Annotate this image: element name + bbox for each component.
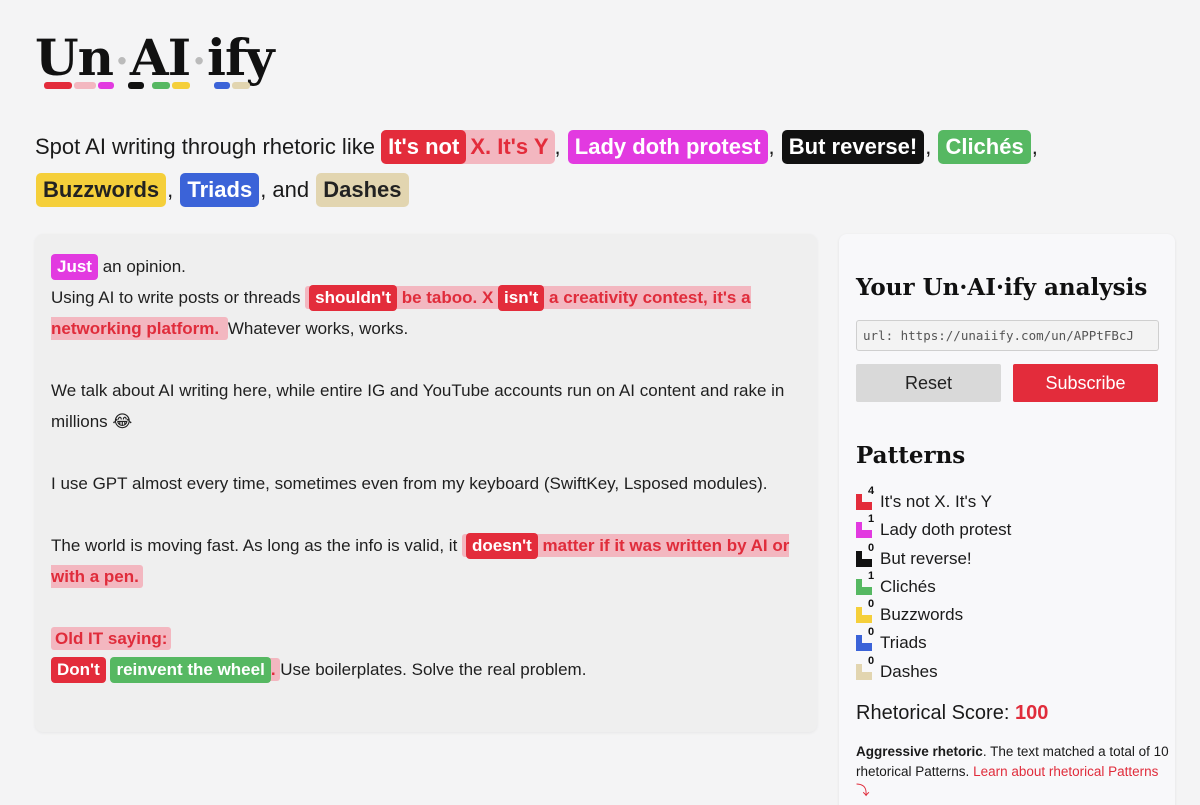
highlight-chip: doesn't [466,533,538,559]
pattern-label: Dashes [880,661,938,681]
highlight-chip: reinvent the wheel [110,657,271,683]
pattern-label: But reverse! [880,548,972,568]
pattern-tag-buzzwords[interactable]: Buzzwords [36,173,167,207]
share-url-field[interactable]: url: https://unaiify.com/un/APPtFBcJ [856,320,1159,351]
pattern-item[interactable]: 4 It's not X. It's Y [856,485,1011,516]
pattern-label: Clichés [880,576,936,596]
pattern-item[interactable]: 1 Clichés [856,569,1011,601]
highlight-span[interactable]: reinvent the wheel. [110,657,281,683]
subscribe-button[interactable]: Subscribe [1013,364,1158,402]
pattern-count: 0 [868,626,875,639]
pattern-tag-its-not[interactable]: It's not X. It's Y [381,130,555,164]
pattern-label: Buzzwords [880,605,964,625]
analyzed-text-panel[interactable]: Just an opinion. Using AI to write posts… [35,234,817,732]
score-label: Rhetorical Score: [856,702,1010,724]
pattern-count: 0 [868,654,875,667]
tagline: Spot AI writing through rhetoric like It… [35,125,1165,211]
rhetorical-score: Rhetorical Score: 100 [856,702,1048,725]
pattern-count: 4 [868,485,875,497]
pattern-tag-dashes[interactable]: Dashes [316,173,409,207]
paragraph: We talk about AI writing here, while ent… [51,381,785,431]
score-value: 100 [1014,702,1049,724]
highlight-chip: isn't [498,285,545,311]
logo-part-ai: AI [129,28,191,87]
analysis-sidebar: Your Un·AI·ify analysis url: https://una… [839,234,1175,805]
pattern-item[interactable]: 0 Dashes [856,654,1011,686]
pattern-item[interactable]: 0 But reverse! [856,541,1011,573]
paragraph: The world is moving fast. As long as the… [51,530,801,592]
pattern-item[interactable]: 1 Lady doth protest [856,513,1012,544]
score-verdict: Aggressive rhetoric [856,744,983,759]
paragraph: I use GPT almost every time, sometimes e… [51,474,768,493]
paragraph: Old IT saying: Don't reinvent the wheel.… [51,623,801,685]
highlight-chip[interactable]: Don't [51,657,106,683]
logo-part-ify: ify [207,28,275,87]
logo-part-un: Un [35,28,114,87]
pattern-item[interactable]: 0 Triads [856,626,1011,657]
highlight-chip: shouldn't [309,285,397,311]
highlight-span[interactable]: Old IT saying: [51,627,172,650]
pattern-count: 1 [868,569,875,582]
pattern-tag-lady-doth-protest[interactable]: Lady doth protest [567,130,768,164]
pattern-count: 0 [868,598,875,611]
paragraph: Just an opinion. Using AI to write posts… [51,251,801,344]
pattern-label: Triads [880,633,927,653]
pattern-list: 4 It's not X. It's Y 1 Lady doth protest… [856,485,1012,686]
logo-dot: · [192,38,206,85]
logo-dot: · [114,38,129,85]
pattern-count: 1 [868,513,875,526]
patterns-heading: Patterns [856,442,966,469]
pattern-tag-triads[interactable]: Triads [180,173,260,207]
reset-button[interactable]: Reset [856,364,1001,402]
pattern-tag-but-reverse[interactable]: But reverse! [781,130,925,164]
analysis-title: Your Un·AI·ify analysis [856,274,1148,301]
score-description: Aggressive rhetoric. The text matched a … [856,744,1169,798]
pattern-label: It's not X. It's Y [880,492,993,511]
pattern-label: Lady doth protest [880,520,1012,540]
pattern-item[interactable]: 0 Buzzwords [856,598,1011,629]
highlight-chip[interactable]: Just [51,254,98,280]
pattern-tag-cliches[interactable]: Clichés [938,130,1031,164]
tagline-prefix: Spot AI writing through rhetoric like [35,134,375,159]
pattern-count: 0 [868,541,875,554]
